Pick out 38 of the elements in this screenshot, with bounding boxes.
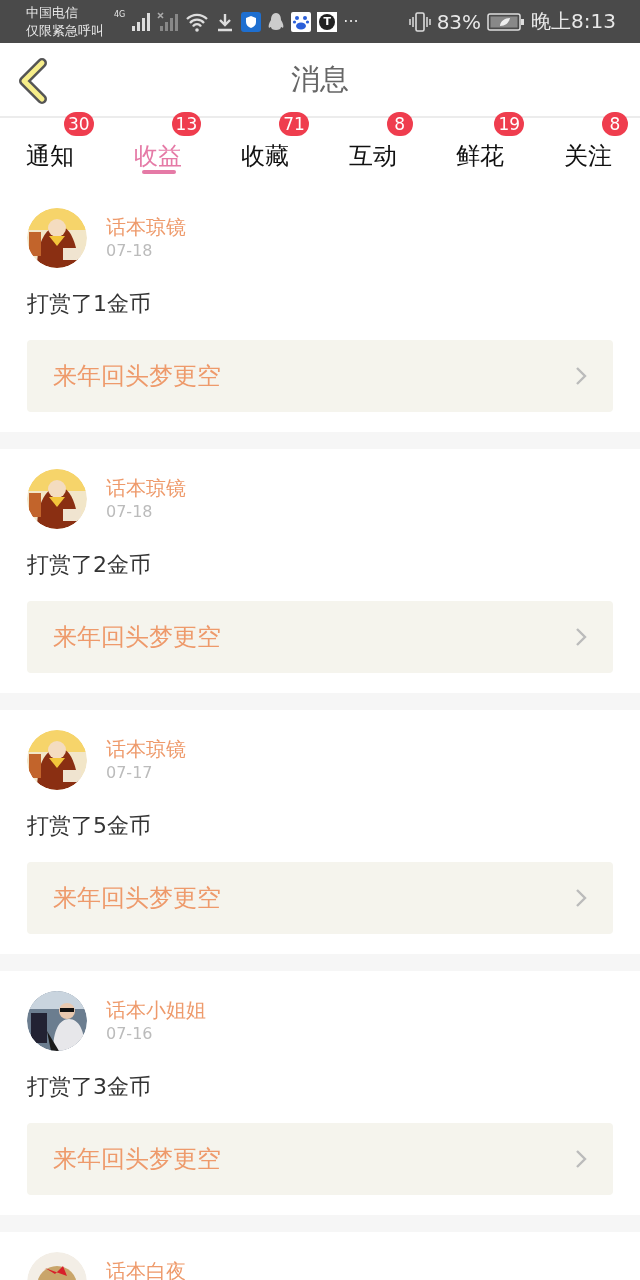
carrier-note: 仅限紧急呼叫 (26, 21, 104, 40)
author-name[interactable]: 话本琼镜 (106, 736, 186, 762)
penguin-icon (267, 11, 286, 32)
message-text: 打赏了1金币 (27, 290, 152, 318)
author-name[interactable]: 话本琼镜 (106, 475, 186, 501)
no-signal-icon (157, 11, 180, 32)
author-name[interactable]: 话本琼镜 (106, 214, 186, 240)
work-link[interactable]: 来年回头梦更空 (27, 340, 613, 412)
battery-icon (487, 12, 526, 31)
message-date: 07-18 (106, 501, 154, 523)
chevron-icon (575, 1149, 587, 1169)
carrier-name: 中国电信 (26, 3, 79, 22)
chevron-icon (575, 888, 587, 908)
work-link[interactable]: 来年回头梦更空 (27, 601, 613, 673)
network-type: 4G (114, 10, 126, 19)
author-name[interactable]: 话本小姐姐 (106, 997, 206, 1023)
message-text: 打赏了3金币 (27, 1073, 152, 1101)
paw-icon (291, 11, 312, 32)
page-title: 消息 (291, 60, 349, 98)
message-text: 打赏了2金币 (27, 551, 152, 579)
app-icon: T (317, 11, 338, 32)
chevron-icon (575, 627, 587, 647)
work-link[interactable]: 来年回头梦更空 (27, 862, 613, 934)
work-link[interactable]: 来年回头梦更空 (27, 1123, 613, 1195)
vibrate-icon (408, 10, 431, 33)
more-notifications: ··· (343, 12, 359, 31)
shield-icon (241, 11, 262, 32)
wifi-icon (185, 11, 210, 32)
message-date: 07-17 (106, 762, 154, 784)
author-name[interactable]: 话本白夜 (106, 1258, 186, 1280)
battery-percent: 83% (436, 9, 482, 34)
message-text: 打赏了5金币 (27, 812, 152, 840)
message-date: 07-16 (106, 1023, 154, 1045)
clock: 晚上8:13 (531, 8, 616, 35)
message-date: 07-18 (106, 240, 154, 262)
signal-icon (131, 11, 152, 32)
chevron-icon (575, 366, 587, 386)
count-badge: 30 (64, 112, 94, 136)
